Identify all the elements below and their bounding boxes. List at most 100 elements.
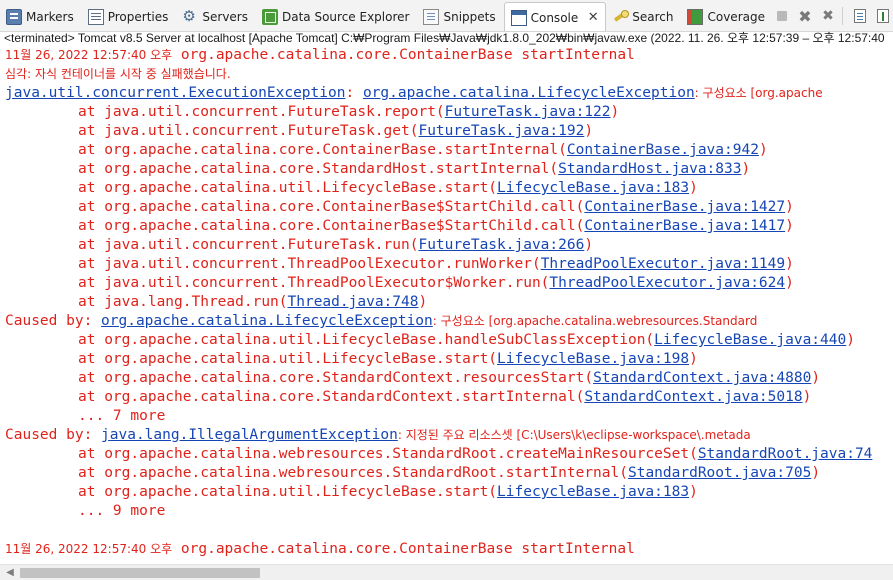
stack-frame: at java.lang.Thread.run(Thread.java:748) xyxy=(78,293,427,312)
more-frames-line: ... 7 more xyxy=(78,408,166,424)
caused-by-prefix: Caused by: xyxy=(5,427,102,443)
source-link[interactable]: StandardContext.java:5018 xyxy=(584,389,802,405)
tab-coverage[interactable]: Coverage xyxy=(681,3,773,30)
process-description: <terminated> Tomcat v8.5 Server at local… xyxy=(4,31,885,45)
source-link[interactable]: ThreadPoolExecutor.java:624 xyxy=(549,275,785,291)
markers-icon xyxy=(6,8,22,25)
pin-console-icon[interactable] xyxy=(873,6,893,26)
source-link[interactable]: ContainerBase.java:942 xyxy=(567,142,759,158)
scroll-left-arrow-icon[interactable]: ◀ xyxy=(4,567,16,579)
log-header-line: 11월 26, 2022 12:57:40 오후 org.apache.cata… xyxy=(5,46,635,65)
exception-link[interactable]: org.apache.catalina.LifecycleException xyxy=(363,85,695,101)
frame-text: at org.apache.catalina.util.LifecycleBas… xyxy=(78,180,498,196)
remove-launch-icon[interactable]: ✖ xyxy=(795,6,815,26)
tab-label: Console xyxy=(530,10,579,25)
frame-text: at org.apache.catalina.core.ContainerBas… xyxy=(78,142,567,158)
console-output[interactable]: 11월 26, 2022 12:57:40 오후 org.apache.cata… xyxy=(0,46,893,564)
frame-text: at org.apache.catalina.util.LifecycleBas… xyxy=(78,484,498,500)
source-link[interactable]: LifecycleBase.java:198 xyxy=(497,351,689,367)
stack-frame: at org.apache.catalina.util.LifecycleBas… xyxy=(78,179,698,198)
frame-end: ) xyxy=(418,294,428,310)
remove-all-terminated-icon[interactable]: ✖ xyxy=(818,6,838,26)
tab-label: Properties xyxy=(107,9,169,24)
log-timestamp: 11월 26, 2022 12:57:40 오후 xyxy=(5,542,173,556)
tab-console[interactable]: Console ✕ xyxy=(503,2,607,31)
source-link[interactable]: FutureTask.java:122 xyxy=(445,104,611,120)
close-icon[interactable]: ✕ xyxy=(587,10,599,25)
source-link[interactable]: FutureTask.java:192 xyxy=(418,123,584,139)
frame-end: ) xyxy=(811,370,821,386)
source-link[interactable]: Thread.java:748 xyxy=(288,294,419,310)
source-link[interactable]: StandardHost.java:833 xyxy=(558,161,741,177)
frame-text: at org.apache.catalina.core.StandardCont… xyxy=(78,370,594,386)
tab-label: Snippets xyxy=(443,9,496,24)
frame-end: ) xyxy=(785,218,794,234)
tab-search[interactable]: Search xyxy=(606,3,681,30)
source-link[interactable]: FutureTask.java:266 xyxy=(418,237,584,253)
stack-frame: at org.apache.catalina.util.LifecycleBas… xyxy=(78,331,855,350)
stack-frame: at org.apache.catalina.webresources.Stan… xyxy=(78,445,872,464)
frame-text: at java.util.concurrent.FutureTask.run( xyxy=(78,237,419,253)
caused-by-prefix: Caused by: xyxy=(5,313,102,329)
console-toolbar: ✖ ✖ xyxy=(769,6,893,26)
frame-text: at org.apache.catalina.webresources.Stan… xyxy=(78,465,628,481)
frame-end: ) xyxy=(811,465,821,481)
stack-frame: at java.util.concurrent.FutureTask.run(F… xyxy=(78,236,593,255)
source-link[interactable]: StandardRoot.java:705 xyxy=(628,465,811,481)
frame-end: ) xyxy=(584,237,594,253)
tab-markers[interactable]: Markers xyxy=(0,3,82,30)
log-header-line: 11월 26, 2022 12:57:40 오후 org.apache.cata… xyxy=(5,540,635,559)
source-link[interactable]: LifecycleBase.java:183 xyxy=(497,180,689,196)
stack-frame: at org.apache.catalina.util.LifecycleBas… xyxy=(78,350,698,369)
properties-icon xyxy=(87,8,104,25)
exception-link[interactable]: java.lang.IllegalArgumentException xyxy=(101,427,398,443)
frame-end: ) xyxy=(689,484,698,500)
toolbar-separator xyxy=(842,7,843,25)
frame-text: at java.lang.Thread.run( xyxy=(78,294,288,310)
tab-data-source-explorer[interactable]: Data Source Explorer xyxy=(256,3,417,30)
stack-frame: at org.apache.catalina.core.ContainerBas… xyxy=(78,217,794,236)
frame-end: ) xyxy=(741,161,751,177)
frame-end: ) xyxy=(584,123,594,139)
frame-end: ) xyxy=(610,104,620,120)
stack-frame: at java.util.concurrent.ThreadPoolExecut… xyxy=(78,274,794,293)
tab-label: Coverage xyxy=(707,9,765,24)
caused-by-line: Caused by: java.lang.IllegalArgumentExce… xyxy=(5,426,751,445)
source-link[interactable]: ContainerBase.java:1417 xyxy=(584,218,785,234)
source-link[interactable]: ThreadPoolExecutor.java:1149 xyxy=(541,256,785,272)
coverage-icon xyxy=(687,8,704,25)
console-icon xyxy=(510,9,527,26)
exception-message: : 지정된 주요 리소스셋 [C:\Users\k\eclipse-worksp… xyxy=(397,428,751,442)
source-link[interactable]: LifecycleBase.java:440 xyxy=(654,332,846,348)
stack-frame: at java.util.concurrent.ThreadPoolExecut… xyxy=(78,255,794,274)
frame-text: at java.util.concurrent.FutureTask.get( xyxy=(78,123,419,139)
scrollbar-thumb[interactable] xyxy=(20,568,260,578)
log-source: org.apache.catalina.core.ContainerBase s… xyxy=(172,541,635,557)
source-link[interactable]: ContainerBase.java:1427 xyxy=(584,199,785,215)
frame-end: ) xyxy=(758,142,768,158)
source-link[interactable]: StandardRoot.java:74 xyxy=(698,446,873,462)
tab-snippets[interactable]: Snippets xyxy=(417,3,503,30)
tab-label: Markers xyxy=(26,9,74,24)
tab-label: Data Source Explorer xyxy=(282,9,410,24)
tab-properties[interactable]: Properties xyxy=(82,3,177,30)
caused-by-line: Caused by: org.apache.catalina.Lifecycle… xyxy=(5,312,757,331)
frame-text: at org.apache.catalina.util.LifecycleBas… xyxy=(78,351,498,367)
search-icon xyxy=(612,9,630,25)
horizontal-scrollbar[interactable]: ◀ xyxy=(0,564,893,580)
stack-frame: at org.apache.catalina.core.ContainerBas… xyxy=(78,198,794,217)
stack-frame: at org.apache.catalina.core.StandardCont… xyxy=(78,369,820,388)
tab-servers[interactable]: Servers xyxy=(176,3,256,30)
source-link[interactable]: StandardContext.java:4880 xyxy=(593,370,811,386)
show-console-output-icon[interactable] xyxy=(850,6,870,26)
view-tab-bar: Markers Properties Servers Data Source E… xyxy=(0,0,893,32)
source-link[interactable]: LifecycleBase.java:183 xyxy=(497,484,689,500)
log-severe-line: 심각: 자식 컨테이너를 시작 중 실패했습니다. xyxy=(5,67,231,81)
exception-link[interactable]: java.util.concurrent.ExecutionException xyxy=(5,85,345,101)
exception-message: : 구성요소 [org.apache.catalina.webresources… xyxy=(432,314,758,328)
tab-label: Search xyxy=(632,9,674,24)
terminate-icon[interactable] xyxy=(772,6,792,26)
exception-link[interactable]: org.apache.catalina.LifecycleException xyxy=(101,313,433,329)
frame-text: at org.apache.catalina.core.ContainerBas… xyxy=(78,199,585,215)
stack-frame: at java.util.concurrent.FutureTask.repor… xyxy=(78,103,619,122)
